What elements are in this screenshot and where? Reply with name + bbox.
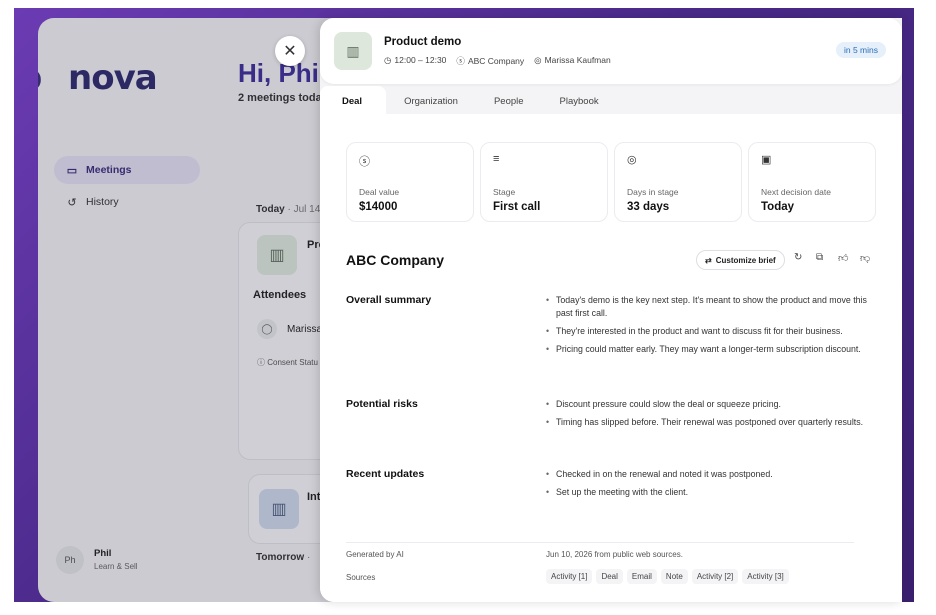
summary-list: Today's demo is the key next step. It's … — [546, 294, 876, 361]
section-title-updates: Recent updates — [346, 468, 425, 480]
stat-value: First call — [493, 201, 541, 213]
stat-card-days-in-stage: ◎ Days in stage 33 days — [614, 142, 742, 222]
section-title-summary: Overall summary — [346, 294, 432, 306]
stat-label: Stage — [493, 187, 516, 197]
list-item: Timing has slipped before. Their renewal… — [546, 416, 876, 429]
list-item: Discount pressure could slow the deal or… — [546, 398, 876, 411]
meeting-title: Product demo — [384, 36, 462, 48]
tomorrow-label: Tomorrow — [256, 552, 305, 563]
tab-people[interactable]: People — [476, 86, 542, 114]
tomorrow-section-label: Tomorrow · — [256, 552, 311, 563]
video-icon: ▭ — [66, 164, 78, 177]
meeting-company-text: ABC Company — [467, 56, 525, 66]
source-chip[interactable]: Activity [2] — [691, 569, 739, 584]
section-title-risks: Potential risks — [346, 398, 418, 410]
updates-list: Checked in on the renewal and noted it w… — [546, 468, 876, 504]
stat-label: Deal value — [359, 187, 400, 197]
user-role: Learn & Sell — [94, 562, 138, 571]
list-item: Today's demo is the key next step. It's … — [546, 294, 876, 320]
today-section-label: Today · Jul 14 — [256, 204, 320, 215]
stat-label: Next decision date — [761, 187, 831, 197]
meeting-time-text: 12:00 – 12:30 — [394, 55, 447, 65]
stat-value: $14000 — [359, 201, 398, 213]
user-name: Phil — [94, 548, 112, 559]
tab-organization[interactable]: Organization — [386, 86, 476, 114]
source-chip[interactable]: Activity [3] — [742, 569, 789, 584]
dollar-icon: ⓢ — [456, 56, 465, 66]
meeting-company: ⓢ ABC Company — [456, 55, 524, 67]
attendee-row: ◯ Marissa — [257, 319, 322, 339]
stat-card-stage: ≡ Stage First call — [480, 142, 608, 222]
drawer-tabs: Deal Organization People Playbook — [320, 86, 902, 114]
close-button[interactable]: ✕ — [275, 36, 305, 66]
generated-value: Jun 10, 2026 from public web sources. — [546, 550, 683, 559]
meeting-meta: ◷ 12:00 – 12:30 ⓢ ABC Company ◎ Marissa Kau… — [384, 55, 611, 67]
user-icon: ◯ — [257, 319, 277, 339]
today-label: Today — [256, 204, 285, 215]
meeting-time: ◷ 12:00 – 12:30 — [384, 55, 446, 67]
tab-playbook[interactable]: Playbook — [542, 86, 617, 114]
greeting-subtitle: 2 meetings toda — [238, 92, 322, 104]
list-item: They're interested in the product and wa… — [546, 325, 876, 338]
building-icon: ▥ — [257, 235, 297, 275]
source-chip[interactable]: Deal — [596, 569, 623, 584]
meeting-owner: ◎ Marissa Kaufman — [534, 55, 611, 67]
list-item: Pricing could matter early. They may wan… — [546, 343, 876, 356]
building-icon: ▥ — [259, 489, 299, 529]
stat-card-next-decision: ▣ Next decision date Today — [748, 142, 876, 222]
stat-card-deal-value: ⓢ Deal value $14000 — [346, 142, 474, 222]
deal-panel: ⓢ Deal value $14000 ≡ Stage First call ◎… — [320, 114, 902, 602]
consent-status: ⓘ Consent Statu — [257, 358, 318, 367]
history-icon: ↺ — [67, 196, 77, 209]
risks-list: Discount pressure could slow the deal or… — [546, 398, 876, 434]
attendee-name: Marissa — [287, 323, 323, 335]
sources-list: Activity [1] Deal Email Note Activity [2… — [546, 569, 789, 584]
filter-icon: ≡ — [493, 153, 500, 165]
app-logo: nova — [68, 58, 158, 98]
sidebar-item-meetings[interactable]: ▭ Meetings — [54, 156, 200, 184]
meeting-card-title: Int — [307, 491, 321, 503]
avatar[interactable]: Ph — [56, 546, 84, 574]
tab-deal[interactable]: Deal — [320, 86, 387, 114]
source-chip[interactable]: Note — [660, 569, 688, 584]
thumbs-up-icon[interactable]: 👍︎ — [838, 252, 848, 264]
today-date: · Jul 14 — [287, 204, 321, 215]
sliders-icon: ⇄ — [705, 255, 712, 265]
customize-brief-label: Customize brief — [715, 255, 776, 265]
sidebar-item-history[interactable]: ↺ History — [54, 188, 200, 216]
close-icon: ✕ — [283, 43, 297, 60]
thumbs-down-icon[interactable]: 👎︎ — [860, 252, 870, 264]
generated-label: Generated by AI — [346, 550, 404, 559]
dollar-icon: ⓢ — [359, 156, 370, 168]
status-badge: in 5 mins — [835, 42, 886, 58]
meeting-owner-text: Marissa Kaufman — [544, 55, 611, 65]
meeting-header: ▥ Product demo ◷ 12:00 – 12:30 ⓢ ABC Compa… — [320, 18, 902, 84]
logo-mark: p — [38, 58, 58, 98]
attendees-heading: Attendees — [253, 289, 307, 301]
sidebar-item-label: History — [86, 196, 119, 208]
list-item: Checked in on the renewal and noted it w… — [546, 468, 876, 481]
list-item: Set up the meeting with the client. — [546, 486, 876, 499]
sources-label: Sources — [346, 573, 376, 582]
user-icon: ◎ — [534, 55, 542, 65]
stat-label: Days in stage — [627, 187, 679, 197]
calendar-icon: ▣ — [761, 154, 772, 166]
regenerate-icon[interactable]: ↻ — [794, 252, 802, 263]
copy-icon[interactable]: ⧉ — [816, 252, 823, 263]
target-icon: ◎ — [627, 154, 637, 166]
stat-value: Today — [761, 201, 795, 213]
customize-brief-button[interactable]: ⇄ Customize brief — [696, 250, 785, 270]
divider — [346, 542, 854, 543]
source-chip[interactable]: Activity [1] — [546, 569, 593, 584]
sidebar-item-label: Meetings — [86, 164, 132, 176]
clock-icon: ◷ — [384, 55, 392, 65]
source-chip[interactable]: Email — [626, 569, 657, 584]
consent-label: Consent Statu — [267, 358, 318, 367]
company-title: ABC Company — [346, 252, 445, 268]
building-icon: ▥ — [334, 32, 372, 70]
meeting-drawer: ▥ Product demo ◷ 12:00 – 12:30 ⓢ ABC Compa… — [320, 18, 902, 602]
stat-value: 33 days — [627, 201, 670, 213]
